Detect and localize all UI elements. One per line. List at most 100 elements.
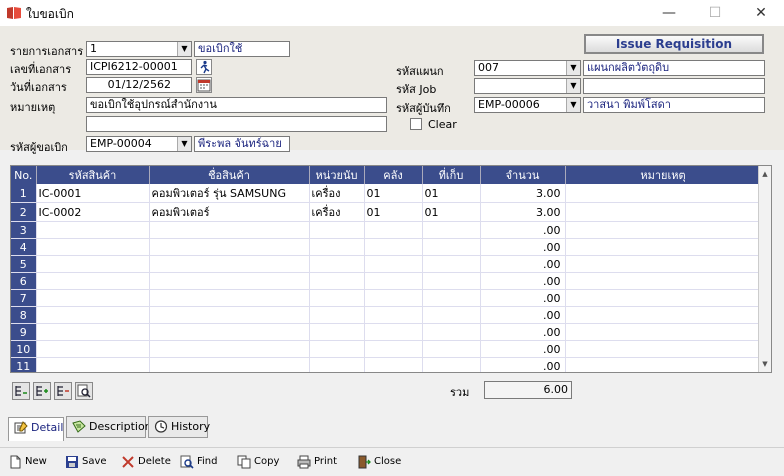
- insert-row-button[interactable]: [12, 382, 30, 400]
- cell-unit[interactable]: [309, 289, 365, 307]
- chevron-down-icon[interactable]: ▼: [177, 137, 191, 151]
- col-header-qty[interactable]: จำนวน: [480, 166, 566, 184]
- col-header-no[interactable]: No.: [11, 166, 37, 184]
- doc-no-field[interactable]: ICPI6212-00001: [86, 59, 192, 75]
- table-row[interactable]: 3.00: [11, 221, 762, 239]
- delete-row-button[interactable]: [54, 382, 72, 400]
- cell-name[interactable]: [149, 289, 310, 307]
- cell-name[interactable]: [149, 238, 310, 256]
- chevron-down-icon[interactable]: ▼: [566, 98, 580, 112]
- chevron-down-icon[interactable]: ▼: [566, 61, 580, 75]
- table-row[interactable]: 8.00: [11, 306, 762, 324]
- cell-warehouse[interactable]: 01: [364, 202, 423, 222]
- cell-remark[interactable]: [565, 238, 762, 256]
- cell-location[interactable]: [422, 221, 481, 239]
- search-row-button[interactable]: [75, 382, 93, 400]
- cell-qty[interactable]: .00: [480, 357, 566, 372]
- job-combo[interactable]: ▼: [474, 78, 581, 94]
- cell-name[interactable]: [149, 306, 310, 324]
- chevron-down-icon[interactable]: ▼: [566, 79, 580, 93]
- cell-unit[interactable]: [309, 357, 365, 372]
- cell-code[interactable]: [36, 238, 150, 256]
- cell-unit[interactable]: เครื่อง: [309, 202, 365, 222]
- scroll-up-icon[interactable]: ▲: [759, 168, 771, 180]
- tab-description[interactable]: Description: [66, 416, 152, 438]
- cell-location[interactable]: [422, 323, 481, 341]
- cell-location[interactable]: [422, 255, 481, 273]
- cell-remark[interactable]: [565, 255, 762, 273]
- grid-scrollbar[interactable]: ▲ ▼: [758, 166, 771, 372]
- cell-qty[interactable]: .00: [480, 272, 566, 290]
- minimize-button[interactable]: —: [646, 0, 692, 26]
- cell-warehouse[interactable]: [364, 272, 423, 290]
- cell-qty[interactable]: .00: [480, 323, 566, 341]
- cell-warehouse[interactable]: [364, 221, 423, 239]
- cell-name[interactable]: [149, 323, 310, 341]
- cell-remark[interactable]: [565, 202, 762, 222]
- running-man-icon[interactable]: [196, 59, 212, 75]
- cell-location[interactable]: [422, 272, 481, 290]
- chevron-down-icon[interactable]: ▼: [177, 42, 191, 56]
- table-row[interactable]: 9.00: [11, 323, 762, 341]
- cell-warehouse[interactable]: [364, 357, 423, 372]
- cell-code[interactable]: IC-0002: [36, 202, 150, 222]
- table-row[interactable]: 2 IC-0002 คอมพิวเตอร์ เครื่อง 01 01 3.00: [11, 202, 762, 222]
- cell-warehouse[interactable]: [364, 238, 423, 256]
- cell-name[interactable]: [149, 221, 310, 239]
- cell-unit[interactable]: เครื่อง: [309, 184, 365, 203]
- tab-detail[interactable]: Detail: [8, 417, 64, 441]
- cell-unit[interactable]: [309, 255, 365, 273]
- cell-name[interactable]: [149, 255, 310, 273]
- col-header-warehouse[interactable]: คลัง: [364, 166, 423, 184]
- cell-code[interactable]: [36, 323, 150, 341]
- cell-code[interactable]: [36, 340, 150, 358]
- cell-qty[interactable]: .00: [480, 255, 566, 273]
- maximize-button[interactable]: ☐: [692, 0, 738, 26]
- recorder-combo[interactable]: EMP-00006 ▼: [474, 97, 581, 113]
- cell-remark[interactable]: [565, 221, 762, 239]
- cell-qty[interactable]: .00: [480, 221, 566, 239]
- cell-code[interactable]: IC-0001: [36, 184, 150, 203]
- table-row[interactable]: 5.00: [11, 255, 762, 273]
- col-header-unit[interactable]: หน่วยนับ: [309, 166, 365, 184]
- copy-button[interactable]: Copy: [237, 454, 279, 470]
- table-row[interactable]: 10.00: [11, 340, 762, 358]
- remark-field[interactable]: ขอเบิกใช้อุปกรณ์สำนักงาน: [86, 97, 387, 113]
- cell-warehouse[interactable]: [364, 323, 423, 341]
- cell-code[interactable]: [36, 289, 150, 307]
- cell-warehouse[interactable]: [364, 340, 423, 358]
- doc-date-field[interactable]: 01/12/2562: [86, 77, 192, 93]
- cell-unit[interactable]: [309, 306, 365, 324]
- add-row-button[interactable]: [33, 382, 51, 400]
- cell-unit[interactable]: [309, 323, 365, 341]
- cell-qty[interactable]: .00: [480, 238, 566, 256]
- cell-location[interactable]: [422, 340, 481, 358]
- requester-combo[interactable]: EMP-00004 ▼: [86, 136, 192, 152]
- cell-remark[interactable]: [565, 272, 762, 290]
- cell-remark[interactable]: [565, 289, 762, 307]
- cell-code[interactable]: [36, 357, 150, 372]
- col-header-remark[interactable]: หมายเหตุ: [565, 166, 762, 184]
- cell-qty[interactable]: 3.00: [480, 202, 566, 222]
- cell-location[interactable]: 01: [422, 202, 481, 222]
- cell-qty[interactable]: .00: [480, 289, 566, 307]
- scroll-down-icon[interactable]: ▼: [759, 358, 771, 370]
- save-button[interactable]: Save: [65, 454, 107, 470]
- col-header-code[interactable]: รหัสสินค้า: [36, 166, 150, 184]
- cell-location[interactable]: 01: [422, 184, 481, 203]
- cell-remark[interactable]: [565, 357, 762, 372]
- cell-location[interactable]: [422, 357, 481, 372]
- close-button[interactable]: Close: [357, 454, 401, 470]
- cell-remark[interactable]: [565, 184, 762, 203]
- cell-location[interactable]: [422, 238, 481, 256]
- cell-code[interactable]: [36, 272, 150, 290]
- cell-qty[interactable]: 3.00: [480, 184, 566, 203]
- remark2-field[interactable]: [86, 116, 387, 132]
- cell-name[interactable]: [149, 340, 310, 358]
- cell-qty[interactable]: .00: [480, 340, 566, 358]
- cell-warehouse[interactable]: [364, 289, 423, 307]
- close-window-button[interactable]: ✕: [738, 0, 784, 26]
- new-button[interactable]: New: [8, 454, 47, 470]
- cell-remark[interactable]: [565, 323, 762, 341]
- cell-code[interactable]: [36, 306, 150, 324]
